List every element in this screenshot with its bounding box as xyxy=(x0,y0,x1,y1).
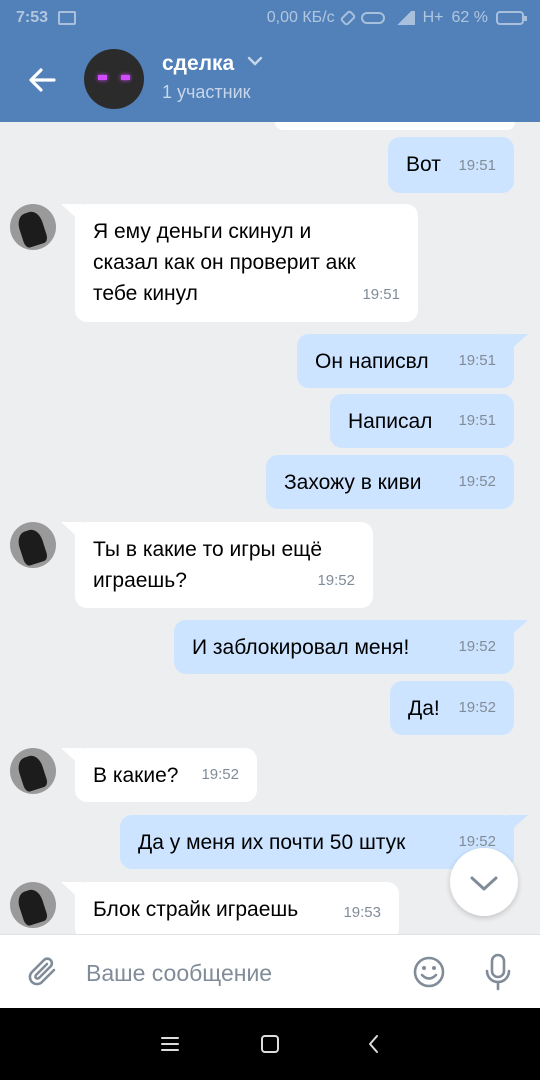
microphone-icon xyxy=(485,953,511,991)
chevron-down-icon xyxy=(247,56,262,66)
smile-icon xyxy=(413,956,445,988)
message-bubble-incoming[interactable]: Блок страйк играешь 19:53 xyxy=(61,882,399,934)
message-text: Блок страйк играешь xyxy=(93,898,299,921)
chat-title-block[interactable]: сделка 1 участник xyxy=(162,52,263,103)
attach-button[interactable] xyxy=(26,955,60,989)
message-time: 19:52 xyxy=(458,473,496,490)
bubble-tail xyxy=(61,748,83,768)
message-text: Он написвл xyxy=(315,350,429,373)
message-bubble-outgoing[interactable]: И заблокировал меня! 19:52 xyxy=(174,620,528,674)
gallery-notification-icon xyxy=(58,11,76,25)
avatar-eye-left xyxy=(98,75,107,80)
bubble-tail xyxy=(506,620,528,640)
bubble-tail xyxy=(506,815,528,835)
message-text: Ты в какие то игры ещё играешь? xyxy=(93,538,323,592)
message-bubble-incoming[interactable]: Я ему деньги скинул и сказал как он пров… xyxy=(61,204,418,322)
avatar-eye-right xyxy=(121,75,130,80)
message-list[interactable]: Вот 19:51 Я ему деньги скинул и сказал к… xyxy=(0,122,540,934)
avatar-figure xyxy=(15,209,49,249)
nav-home-button[interactable] xyxy=(258,1032,282,1056)
bubble-tail xyxy=(506,334,528,354)
bluetooth-icon xyxy=(339,9,357,27)
message-time: 19:52 xyxy=(201,766,239,783)
menu-icon xyxy=(161,1037,179,1051)
message-time: 19:52 xyxy=(317,572,355,589)
bubble-tail xyxy=(61,204,83,224)
back-button[interactable] xyxy=(24,62,60,98)
message-composer xyxy=(0,934,540,1008)
sender-avatar[interactable] xyxy=(10,522,56,568)
chat-title: сделка xyxy=(162,52,235,75)
message-bubble-outgoing[interactable]: Вот 19:51 xyxy=(388,137,514,193)
message-text: В какие? xyxy=(93,764,179,787)
message-text: Захожу в киви xyxy=(284,471,422,494)
nav-menu-button[interactable] xyxy=(158,1032,182,1056)
home-icon xyxy=(261,1035,279,1053)
chat-avatar[interactable] xyxy=(84,49,144,109)
message-bubble-outgoing[interactable]: Написал 19:51 xyxy=(330,394,514,448)
nav-back-button[interactable] xyxy=(362,1032,386,1056)
message-bubble-partial xyxy=(275,122,515,130)
vibrate-icon xyxy=(360,12,385,24)
sender-avatar[interactable] xyxy=(10,882,56,928)
network-type: H+ xyxy=(422,9,444,26)
back-arrow-icon xyxy=(29,68,56,92)
message-text: Вот xyxy=(406,153,441,176)
avatar-figure xyxy=(15,753,49,793)
message-bubble-incoming[interactable]: Ты в какие то игры ещё играешь? 19:52 xyxy=(61,522,373,608)
message-time: 19:51 xyxy=(458,157,496,174)
scroll-to-bottom-button[interactable] xyxy=(450,848,518,916)
message-text: Да у меня их почти 50 штук xyxy=(138,831,406,854)
message-time: 19:53 xyxy=(343,904,381,921)
message-time: 19:52 xyxy=(458,699,496,716)
message-bubble-outgoing[interactable]: Захожу в киви 19:52 xyxy=(266,455,514,509)
bubble-tail xyxy=(61,522,83,542)
message-time: 19:51 xyxy=(458,352,496,369)
message-text: И заблокировал меня! xyxy=(192,636,410,659)
status-bar: 7:53 0,00 КБ/с H+ 62 % xyxy=(0,0,540,36)
network-speed: 0,00 КБ/с xyxy=(266,9,335,26)
avatar-figure xyxy=(15,527,49,567)
message-time: 19:51 xyxy=(362,286,400,303)
message-input[interactable] xyxy=(86,955,386,991)
message-bubble-incoming[interactable]: В какие? 19:52 xyxy=(61,748,257,802)
bubble-tail xyxy=(61,882,83,902)
sender-avatar[interactable] xyxy=(10,748,56,794)
system-nav-bar xyxy=(0,1008,540,1080)
status-indicators: 0,00 КБ/с H+ 62 % xyxy=(266,9,527,27)
message-time: 19:52 xyxy=(458,638,496,655)
message-bubble-outgoing[interactable]: Да! 19:52 xyxy=(390,681,514,735)
app-header: 7:53 0,00 КБ/с H+ 62 % сделка 1 участник xyxy=(0,0,540,122)
message-text: Я ему деньги скинул и сказал как он пров… xyxy=(93,220,356,305)
message-text: Да! xyxy=(408,697,440,720)
battery-icon xyxy=(496,11,527,25)
chat-members-count: 1 участник xyxy=(162,82,251,102)
paperclip-icon xyxy=(28,957,56,986)
message-bubble-outgoing[interactable]: Он написвл 19:51 xyxy=(297,334,528,388)
battery-percent: 62 % xyxy=(451,9,488,26)
status-time: 7:53 xyxy=(16,9,49,26)
chevron-down-icon xyxy=(470,876,498,891)
emoji-button[interactable] xyxy=(412,955,446,989)
avatar-figure xyxy=(15,887,49,927)
message-text: Написал xyxy=(348,410,433,433)
signal-icon xyxy=(392,11,415,25)
voice-message-button[interactable] xyxy=(484,953,512,991)
message-time: 19:51 xyxy=(458,412,496,429)
sender-avatar[interactable] xyxy=(10,204,56,250)
back-icon xyxy=(369,1035,378,1053)
